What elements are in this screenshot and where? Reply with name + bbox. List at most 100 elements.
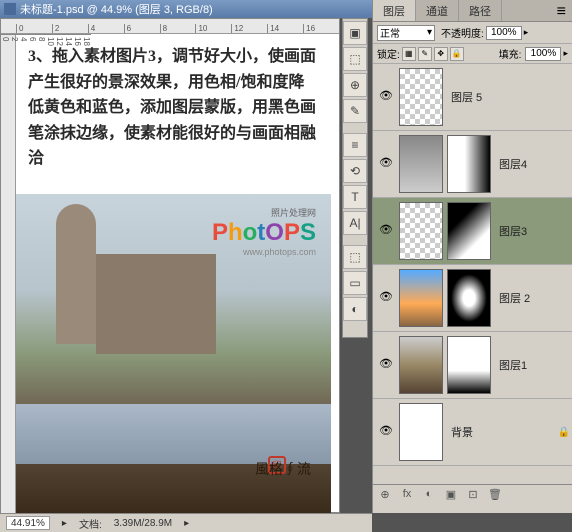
tab-channels[interactable]: 通道 [416,0,459,21]
visibility-eye-icon[interactable]: 👁 [378,290,394,306]
canvas-content[interactable]: 印 風格∮流 3、拖入素材图片3，调节好大小，使画面产生很好的景深效果，用色相/… [16,34,331,514]
visibility-eye-icon[interactable]: 👁 [378,357,394,373]
water-reflection [16,404,331,464]
layer-row[interactable]: 👁 图层4 [373,131,572,198]
layer-row[interactable]: 👁 背景 🔒 [373,399,572,466]
instruction-text: 3、拖入素材图片3，调节好大小，使画面产生很好的景深效果，用色相/饱和度降低黄色… [16,34,331,182]
panel-menu-icon[interactable]: ≡ [551,0,572,21]
layer-thumbnail[interactable] [399,202,443,260]
layer-mask-thumbnail[interactable] [447,202,491,260]
vtool-button-3[interactable]: ✎ [343,99,367,123]
ruler-tick: 14 [267,24,303,33]
visibility-eye-icon[interactable]: 👁 [378,89,394,105]
lock-all-icon[interactable]: 🔒 [450,47,464,61]
blend-mode-row: 正常 ▾ 不透明度: 100% ▸ [373,22,572,44]
layer-footer-button-5[interactable]: 🗑 [487,488,503,504]
panel-tabs: 图层 通道 路径 ≡ [373,0,572,22]
layer-name-label[interactable]: 图层4 [499,156,527,172]
ruler-tick: 0 [16,24,52,33]
layer-thumbnail[interactable] [399,135,443,193]
visibility-eye-icon[interactable]: 👁 [378,223,394,239]
ruler-tick: 0 [1,34,10,82]
visibility-eye-icon[interactable]: 👁 [378,424,394,440]
vertical-toolbar: ▣⬚⊕✎≡⟲TA|⬚▭◐ [342,18,368,338]
chevron-down-icon: ▾ [427,27,432,38]
layer-footer-button-3[interactable]: ▣ [443,488,459,504]
vtool-button-2[interactable]: ⊕ [343,73,367,97]
tab-layers[interactable]: 图层 [373,0,416,21]
opacity-label: 不透明度: [441,25,484,40]
layer-name-label[interactable]: 图层 5 [451,89,482,105]
canvas-area: 0246810121416 024681012141618 印 風格∮流 3、拖… [0,18,340,513]
lock-icon: 🔒 [558,427,570,438]
layer-footer-button-1[interactable]: fx [399,488,415,504]
tab-paths[interactable]: 路径 [459,0,502,21]
layer-thumbnail[interactable] [399,269,443,327]
titlebar-text: 未标题-1.psd @ 44.9% (图层 3, RGB/8) [20,1,213,17]
layer-name-label[interactable]: 图层3 [499,223,527,239]
layer-thumbnail[interactable] [399,336,443,394]
vtool-button-10[interactable]: ◐ [343,297,367,321]
layer-thumbnail[interactable] [399,403,443,461]
layer-name-label[interactable]: 图层 2 [499,290,530,306]
ruler-tick: 6 [124,24,160,33]
blend-mode-select[interactable]: 正常 ▾ [377,25,435,41]
ruler-tick: 2 [52,24,88,33]
layer-name-label[interactable]: 图层1 [499,357,527,373]
castle-building [96,254,216,354]
ruler-tick: 16 [303,24,339,33]
layer-name-label[interactable]: 背景 [451,424,473,440]
vtool-button-5[interactable]: ⟲ [343,159,367,183]
vtool-button-0[interactable]: ▣ [343,21,367,45]
chevron-icon[interactable]: ▸ [524,27,529,38]
lock-row: 锁定: ▦ ✎ ✥ 🔒 填充: 100% ▸ [373,44,572,64]
layer-row[interactable]: 👁 图层 5 [373,64,572,131]
ruler-tick: 8 [160,24,196,33]
vtool-button-4[interactable]: ≡ [343,133,367,157]
layers-list[interactable]: 👁 图层 5 👁 图层4 👁 图层3 👁 图层 2 👁 图层1 👁 背景 🔒 [373,64,572,484]
watermark-logo: PhotOPS [212,219,316,247]
vtool-button-7[interactable]: A| [343,211,367,235]
layer-footer: ⊕ fx ◐ ▣ ⊡ 🗑 [373,484,572,506]
watermark: 照片处理网 PhotOPS www.photops.com [212,206,316,257]
zoom-field[interactable]: 44.91% [6,516,50,530]
fill-input[interactable]: 100% [525,47,561,61]
fill-label: 填充: [499,46,522,61]
lock-position-icon[interactable]: ✥ [434,47,448,61]
layer-mask-thumbnail[interactable] [447,269,491,327]
layer-footer-button-4[interactable]: ⊡ [465,488,481,504]
layer-thumbnail[interactable] [399,68,443,126]
blend-mode-value: 正常 [380,25,400,40]
vtool-button-9[interactable]: ▭ [343,271,367,295]
ruler-vertical[interactable]: 024681012141618 [1,34,16,514]
ps-doc-icon [4,3,16,15]
layer-footer-button-0[interactable]: ⊕ [377,488,393,504]
ruler-horizontal[interactable]: 0246810121416 [1,19,339,34]
castle-tower [56,204,96,344]
ruler-tick: 10 [195,24,231,33]
signature-text: 風格∮流 [255,459,311,479]
vtool-button-6[interactable]: T [343,185,367,209]
vtool-button-1[interactable]: ⬚ [343,47,367,71]
ruler-tick: 4 [88,24,124,33]
doc-size-value: 3.39M/28.9M [114,518,172,529]
lock-label: 锁定: [377,46,400,61]
layer-mask-thumbnail[interactable] [447,135,491,193]
chevron-icon[interactable]: ▸ [184,518,189,529]
layer-footer-button-2[interactable]: ◐ [421,488,437,504]
watermark-subtitle: 照片处理网 [212,206,316,219]
vtool-button-8[interactable]: ⬚ [343,245,367,269]
layer-row[interactable]: 👁 图层1 [373,332,572,399]
layer-row[interactable]: 👁 图层 2 [373,265,572,332]
statusbar: 44.91% ▸ 文档: 3.39M/28.9M ▸ [0,513,372,532]
visibility-eye-icon[interactable]: 👁 [378,156,394,172]
opacity-input[interactable]: 100% [486,26,522,40]
lock-pixels-icon[interactable]: ✎ [418,47,432,61]
watermark-url: www.photops.com [212,247,316,257]
layer-mask-thumbnail[interactable] [447,336,491,394]
chevron-icon[interactable]: ▸ [563,48,568,59]
layer-row[interactable]: 👁 图层3 [373,198,572,265]
chevron-icon[interactable]: ▸ [62,518,67,529]
doc-size-label: 文档: [79,516,102,531]
lock-transparency-icon[interactable]: ▦ [402,47,416,61]
